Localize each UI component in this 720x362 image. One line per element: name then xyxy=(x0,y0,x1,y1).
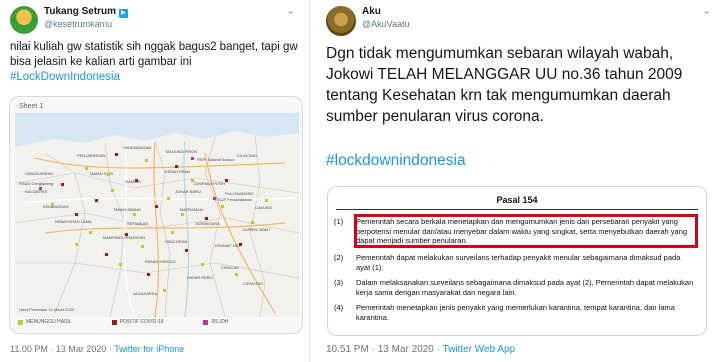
map-label: KRAMAT JATI xyxy=(215,243,240,248)
map-label: CIPAYUNG xyxy=(243,281,263,286)
display-name[interactable]: Tukang Setrum xyxy=(44,6,116,17)
map-label: KEMAYORAN xyxy=(165,169,190,174)
highlight-box xyxy=(354,214,698,248)
tweet-text: nilai kuliah gw statistik sih nggak bagu… xyxy=(10,40,302,85)
display-name[interactable]: Aku xyxy=(362,6,410,18)
hashtag-link[interactable]: #LockDownIndonesia xyxy=(10,71,120,83)
map-image[interactable]: Sheet 1 PADEMANGAN PENJARINGAN TANJUNG P… xyxy=(9,96,303,334)
title-rule xyxy=(336,209,698,210)
map-label: CENGKARENG xyxy=(25,171,53,176)
clause: (3) Dalam melaksanakan surveilans sebaga… xyxy=(334,278,694,297)
legend-item: MENUNGGU HASIL xyxy=(18,319,72,325)
map-label: RSUD Cengkareng xyxy=(19,181,53,186)
map-legend: MENUNGGU HASIL POSITIF COVID-19 RS IDH xyxy=(18,319,298,325)
map-label: JAGAKARSA xyxy=(133,291,157,296)
legend-item: POSITIF COVID-19 xyxy=(111,319,163,325)
map-label: PASAR REBO xyxy=(187,275,213,280)
clause: (4) Pemerintah menetapkan jenis penyakit… xyxy=(334,303,675,322)
handle[interactable]: @kesetrumkamu xyxy=(44,18,128,30)
tweet-body: nilai kuliah gw statistik sih nggak bagu… xyxy=(10,41,298,68)
map-label: PADEMANGAN xyxy=(123,145,151,150)
map-label: CIRACAS xyxy=(221,265,239,270)
sheet-label: Sheet 1 xyxy=(19,103,44,110)
map-label: RSPI Sulianti Saroso xyxy=(197,157,235,162)
map-label: JATINEGARA xyxy=(195,221,220,226)
tweet-footer: 11.00 PM · 13 Mar 2020 · Twitter for iPh… xyxy=(10,344,184,354)
map-label: PENJARINGAN xyxy=(77,153,106,158)
chevron-down-icon[interactable]: ⌄ xyxy=(286,4,295,17)
tweet-body: Dgn tidak mengumumkan sebaran wilayah wa… xyxy=(326,45,683,125)
clause: (2) Pemerintah dapat melakukan surveilan… xyxy=(334,253,681,272)
avatar[interactable] xyxy=(326,6,356,36)
map-label: DUREN SAWIT xyxy=(243,227,271,232)
timestamp-link[interactable]: 10.51 PM · 13 Mar 2020 · xyxy=(326,344,443,355)
map-label: PASAR MINGGU xyxy=(145,259,176,264)
map-label: KEBAYORAN LAMA xyxy=(55,219,92,224)
tweet-text: Dgn tidak mengumumkan sebaran wilayah wa… xyxy=(326,43,716,127)
hashtag-link[interactable]: #lockdownindonesia xyxy=(326,150,466,171)
map-label: SETIABUDI xyxy=(127,221,148,226)
legend-swatch xyxy=(18,319,23,325)
map-label: MAMPANG PRAPATAN xyxy=(103,235,145,240)
map-label: GAMBIR xyxy=(125,179,141,184)
map-label: CEMPAKA PUTIH xyxy=(193,181,225,186)
map-label: RSUP Persahabatan xyxy=(215,197,252,202)
map-footer-note: Hasil Pemetaan 12 Maret 2020 xyxy=(19,307,75,312)
legend-item: RS IDH xyxy=(203,319,228,325)
map-label: KEMBANGAN xyxy=(43,204,69,209)
legend-swatch xyxy=(111,319,117,325)
avatar[interactable] xyxy=(10,6,38,34)
map-label: KALIDERES xyxy=(25,189,48,194)
map-label: TANJUNG PRIOK xyxy=(165,149,197,154)
map-label: PULOGADUNG xyxy=(225,191,253,196)
map-label: CILINCING xyxy=(237,153,257,158)
tweet-header: Aku @AkuVaatu xyxy=(326,6,410,36)
tweet-footer: 10.51 PM · 13 Mar 2020 · Twitter Web App xyxy=(326,344,515,355)
legend-swatch xyxy=(203,319,209,325)
map-label: CAKUNG xyxy=(255,205,272,210)
handle[interactable]: @AkuVaatu xyxy=(362,18,410,30)
tweet-right: Aku @AkuVaatu ⌄ Dgn tidak mengumumkan se… xyxy=(309,0,720,362)
document-image[interactable]: Pasal 154 (1) Pemerintah secara berkala … xyxy=(327,186,707,336)
source-link[interactable]: Twitter Web App xyxy=(443,344,516,355)
source-link[interactable]: Twitter for iPhone xyxy=(114,344,184,354)
map-label: PANCORAN xyxy=(165,239,187,244)
document-title: Pasal 154 xyxy=(496,195,538,205)
timestamp-link[interactable]: 11.00 PM · 13 Mar 2020 · xyxy=(10,344,114,354)
map-label: TANAH ABANG xyxy=(113,207,141,212)
jakarta-map: PADEMANGAN PENJARINGAN TANJUNG PRIOK KEM… xyxy=(15,113,299,317)
chevron-down-icon[interactable]: ⌄ xyxy=(702,4,711,17)
tweet-left: Tukang Setrum ▶ @kesetrumkamu ⌄ nilai ku… xyxy=(0,0,321,362)
map-label: JOHAR BARU xyxy=(175,189,201,194)
map-label: MATRAMAN xyxy=(180,207,203,212)
verified-icon: ▶ xyxy=(118,9,128,18)
tweet-header: Tukang Setrum ▶ @kesetrumkamu xyxy=(10,6,128,34)
